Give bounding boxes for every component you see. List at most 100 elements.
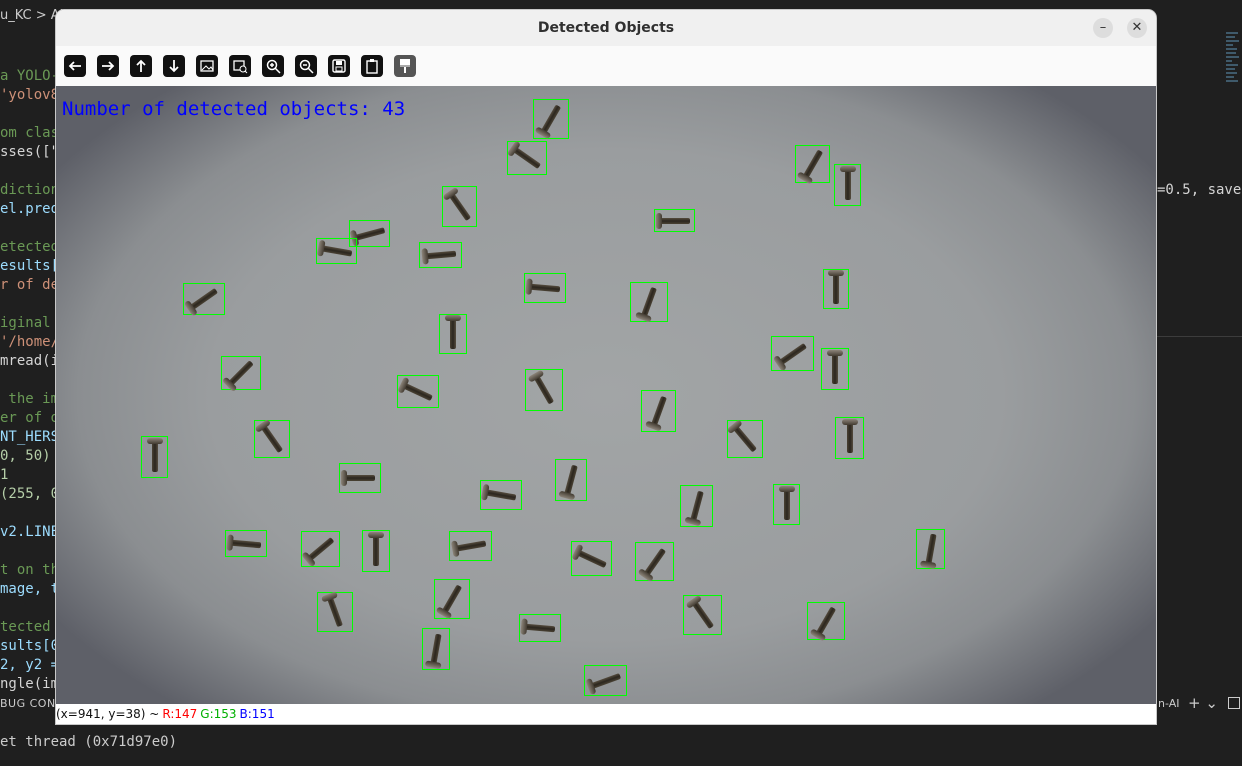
detection-box: [771, 336, 814, 371]
close-button[interactable]: ✕: [1127, 18, 1147, 38]
properties-button[interactable]: [394, 55, 416, 77]
window-title: Detected Objects: [537, 20, 675, 36]
code-line: om clas: [0, 125, 60, 141]
screw-object: [354, 226, 385, 241]
arrow-down-icon: [169, 60, 179, 73]
copy-clipboard-button[interactable]: [361, 55, 383, 77]
code-line: el.pred: [0, 201, 60, 217]
breadcrumb: u_KC > AI: [0, 8, 64, 23]
code-line: iginal: [0, 315, 51, 331]
code-line: mread(i: [0, 353, 60, 369]
screw-object: [228, 360, 254, 386]
detection-box: [635, 542, 674, 581]
image-canvas[interactable]: Number of detected objects: 43: [56, 86, 1156, 704]
arrow-up-icon: [136, 59, 146, 72]
screw-object: [844, 170, 851, 200]
zoom-fit-button[interactable]: [196, 55, 218, 77]
screw-object: [691, 600, 714, 630]
code-line: the im: [0, 391, 60, 407]
detection-box: [449, 531, 492, 561]
detection-box: [480, 480, 522, 510]
screw-object: [341, 470, 375, 486]
screw-object: [655, 212, 690, 229]
pixel-green-value: G:153: [200, 707, 237, 721]
pan-left-button[interactable]: [64, 55, 86, 77]
detection-box: [519, 614, 561, 642]
screw-object: [533, 375, 555, 405]
detection-box: [795, 145, 830, 183]
screw-object: [260, 424, 284, 454]
paintbrush-icon: [400, 59, 410, 73]
detection-box: [225, 530, 267, 557]
code-line: t on th: [0, 562, 60, 578]
zoom-in-button[interactable]: [262, 55, 284, 77]
code-line: ngle(im: [0, 676, 60, 692]
screw-object: [455, 540, 486, 552]
screw-object: [576, 549, 607, 568]
clipboard-icon: [366, 59, 378, 74]
zoom-original-button[interactable]: [229, 55, 251, 77]
detection-box: [533, 99, 569, 139]
code-line: 0, 50): [0, 448, 51, 464]
code-line: diction: [0, 182, 60, 198]
zoom-out-button[interactable]: [295, 55, 317, 77]
screw-object: [529, 283, 561, 293]
code-line: sults[0: [0, 638, 60, 654]
code-line: 2, y2 =: [0, 657, 60, 673]
minimize-button[interactable]: –: [1093, 18, 1113, 38]
screw-object: [524, 623, 556, 633]
detection-box: [823, 269, 849, 309]
detection-box: [773, 484, 800, 525]
pan-right-button[interactable]: [97, 55, 119, 77]
arrow-left-icon: [68, 61, 81, 71]
detection-box: [362, 530, 390, 572]
screw-object: [485, 489, 517, 501]
detection-box: [525, 369, 563, 411]
add-terminal-icon[interactable]: + ⌄: [1188, 694, 1218, 712]
layout-icon[interactable]: [1228, 697, 1240, 709]
code-line: mage, t: [0, 581, 60, 597]
detection-box: [397, 375, 439, 408]
window-statusbar: (x=941, y=38) ~ R:147 G:153 B:151: [56, 704, 1156, 724]
detection-box: [422, 628, 450, 670]
screw-object: [403, 382, 433, 401]
screw-object: [815, 606, 837, 636]
screw-object: [151, 442, 158, 472]
detection-box: [571, 541, 612, 576]
screw-object: [430, 633, 442, 665]
detection-box: [221, 356, 261, 390]
screw-object: [448, 192, 471, 221]
screw-object: [373, 536, 379, 566]
detection-count-text: Number of detected objects: 43: [62, 98, 406, 120]
detection-box: [301, 531, 340, 567]
image-zoom-icon: [233, 60, 248, 74]
code-line: er of d: [0, 410, 60, 426]
code-line: etected: [0, 239, 60, 255]
pixel-blue-value: B:151: [239, 707, 275, 721]
code-line: v2.LINE: [0, 524, 60, 540]
screw-object: [689, 490, 704, 522]
minimap[interactable]: [1226, 30, 1240, 160]
code-line: '/home/: [0, 334, 60, 350]
terminal-name-label[interactable]: n-AI: [1158, 697, 1179, 710]
window-toolbar: [56, 46, 1156, 86]
pan-down-button[interactable]: [163, 55, 185, 77]
screw-object: [307, 537, 334, 561]
screw-object: [641, 286, 657, 318]
code-lines: a YOLO- 'yolov8 om clas sses([" diction el.…: [0, 48, 59, 694]
screw-object: [450, 319, 456, 349]
code-line: NT_HERS: [0, 429, 60, 445]
save-button[interactable]: [328, 55, 350, 77]
code-line: r of de: [0, 277, 60, 293]
detection-box: [555, 459, 587, 501]
window-titlebar[interactable]: Detected Objects – ✕: [56, 10, 1156, 46]
zoom-out-icon: [299, 59, 314, 74]
code-line: 1: [0, 467, 9, 483]
pixel-red-value: R:147: [162, 707, 198, 721]
screw-object: [778, 342, 807, 365]
detection-box: [680, 485, 713, 527]
pan-up-button[interactable]: [130, 55, 152, 77]
